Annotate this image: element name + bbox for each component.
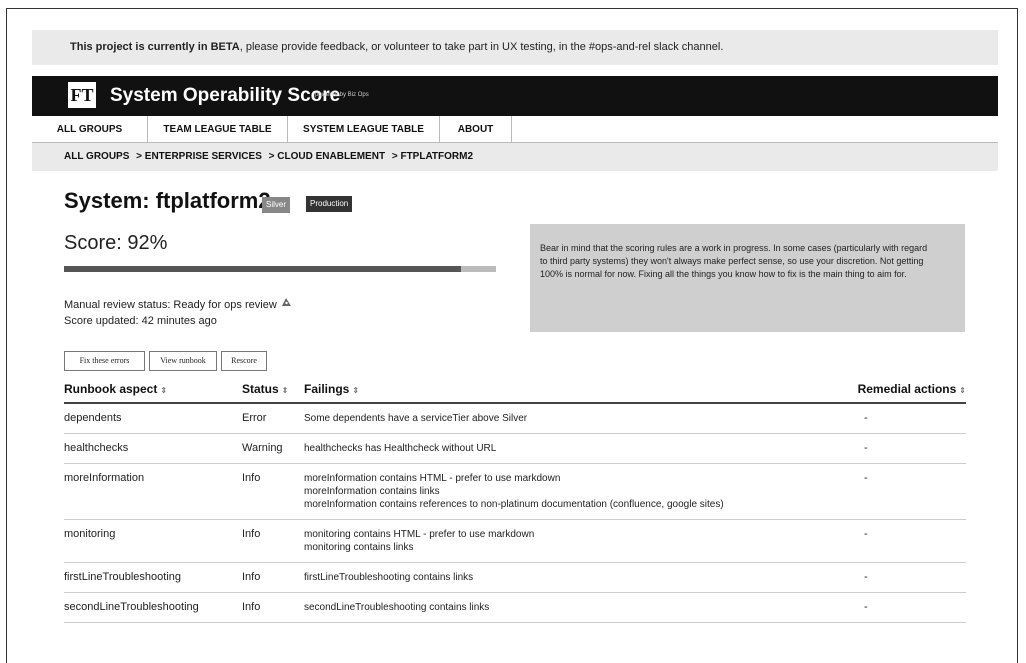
cell-remedial: - xyxy=(836,463,966,520)
beta-banner-text: , please provide feedback, or volunteer … xyxy=(239,41,724,53)
cell-status: Info xyxy=(242,519,304,563)
top-bar: FT System Operability Score powered by B… xyxy=(32,76,998,116)
cell-failings: moreInformation contains HTML - prefer t… xyxy=(304,463,836,520)
cell-remedial: - xyxy=(836,562,966,593)
failing-line: Some dependents have a serviceTier above… xyxy=(304,413,528,424)
ft-logo[interactable]: FT xyxy=(68,82,96,108)
app-subtitle: powered by Biz Ops xyxy=(315,92,369,98)
cell-aspect: secondLineTroubleshooting xyxy=(64,592,242,623)
sort-icon: ⇕ xyxy=(352,386,360,395)
tab-all-groups[interactable]: ALL GROUPS xyxy=(32,116,148,143)
scoring-disclaimer: Bear in mind that the scoring rules are … xyxy=(530,224,965,332)
runbook-table: Runbook aspect ⇕ Status ⇕ Failings ⇕ Remedi… xyxy=(64,376,966,623)
cell-remedial: - xyxy=(836,433,966,464)
cell-remedial: - xyxy=(836,592,966,623)
lifecycle-badge: Production xyxy=(306,196,353,212)
cell-status: Info xyxy=(242,463,304,520)
cell-status: Info xyxy=(242,562,304,593)
table-row: moreInformation Info moreInformation con… xyxy=(64,463,966,520)
col-header-aspect-label: Runbook aspect xyxy=(64,382,158,396)
beta-banner-bold: This project is currently in BETA xyxy=(70,41,240,53)
breadcrumb-item-enterprise-services[interactable]: > ENTERPRISE SERVICES xyxy=(136,151,262,162)
cell-failings: healthchecks has Healthcheck without URL xyxy=(304,433,836,464)
col-header-failings[interactable]: Failings ⇕ xyxy=(304,376,836,404)
failing-line: healthchecks has Healthcheck without URL xyxy=(304,443,497,454)
rescore-button[interactable]: Rescore xyxy=(221,351,267,371)
score-updated: Score updated: 42 minutes ago xyxy=(64,315,217,327)
cell-failings: monitoring contains HTML - prefer to use… xyxy=(304,519,836,563)
breadcrumb-item-cloud-enablement[interactable]: > CLOUD ENABLEMENT xyxy=(269,151,385,162)
col-header-status[interactable]: Status ⇕ xyxy=(242,376,304,404)
review-status-text: Manual review status: Ready for ops revi… xyxy=(64,299,277,311)
tab-system-league-table[interactable]: SYSTEM LEAGUE TABLE xyxy=(288,116,440,143)
score-progress-fill xyxy=(64,266,462,272)
cell-status: Info xyxy=(242,592,304,623)
cell-aspect: healthchecks xyxy=(64,433,242,464)
review-status: Manual review status: Ready for ops revi… xyxy=(64,297,292,311)
tier-badge: Silver xyxy=(262,197,291,213)
failing-line: secondLineTroubleshooting contains links xyxy=(304,602,490,613)
cell-failings: firstLineTroubleshooting contains links xyxy=(304,562,836,593)
col-header-status-label: Status xyxy=(242,382,279,396)
table-row: dependents Error Some dependents have a … xyxy=(64,403,966,434)
col-header-remedial[interactable]: Remedial actions ⇕ xyxy=(836,376,966,404)
cell-aspect: firstLineTroubleshooting xyxy=(64,562,242,593)
table-header-row: Runbook aspect ⇕ Status ⇕ Failings ⇕ Remedi… xyxy=(64,376,966,404)
failing-line: moreInformation contains references to n… xyxy=(304,499,724,510)
sort-icon: ⇕ xyxy=(160,386,168,395)
failing-line: monitoring contains links xyxy=(304,542,414,553)
cell-aspect: moreInformation xyxy=(64,463,242,520)
failing-line: firstLineTroubleshooting contains links xyxy=(304,572,474,583)
col-header-remedial-label: Remedial actions xyxy=(857,382,957,396)
tab-team-league-table[interactable]: TEAM LEAGUE TABLE xyxy=(148,116,288,143)
cell-remedial: - xyxy=(836,403,966,434)
table-row: firstLineTroubleshooting Info firstLineT… xyxy=(64,562,966,593)
cell-failings: Some dependents have a serviceTier above… xyxy=(304,403,836,434)
score-progress-bar xyxy=(64,266,496,272)
breadcrumb-item-all-groups[interactable]: ALL GROUPS xyxy=(64,151,129,162)
breadcrumb: ALL GROUPS > ENTERPRISE SERVICES > CLOUD… xyxy=(32,143,998,171)
score-label: Score: 92% xyxy=(64,232,168,254)
sort-icon: ⇕ xyxy=(281,386,289,395)
cell-aspect: monitoring xyxy=(64,519,242,563)
cell-status: Error xyxy=(242,403,304,434)
tab-about[interactable]: ABOUT xyxy=(440,116,512,143)
cell-remedial: - xyxy=(836,519,966,563)
page-title: System: ftplatform2 xyxy=(64,188,271,213)
table-row: monitoring Info monitoring contains HTML… xyxy=(64,519,966,563)
cell-failings: secondLineTroubleshooting contains links xyxy=(304,592,836,623)
sort-icon: ⇕ xyxy=(959,386,966,395)
failing-line: monitoring contains HTML - prefer to use… xyxy=(304,529,535,540)
beta-banner: This project is currently in BETA, pleas… xyxy=(32,30,998,65)
review-status-icon xyxy=(281,297,292,311)
cell-aspect: dependents xyxy=(64,403,242,434)
breadcrumb-item-ftplatform2: > FTPLATFORM2 xyxy=(391,151,474,162)
cell-status: Warning xyxy=(242,433,304,464)
failing-line: moreInformation contains HTML - prefer t… xyxy=(304,473,561,484)
failing-line: moreInformation contains links xyxy=(304,486,440,497)
col-header-aspect[interactable]: Runbook aspect ⇕ xyxy=(64,376,242,404)
main-nav: ALL GROUPS TEAM LEAGUE TABLE SYSTEM LEAG… xyxy=(32,116,998,143)
col-header-failings-label: Failings xyxy=(304,382,350,396)
app-title[interactable]: System Operability Score xyxy=(110,83,340,109)
view-runbook-button[interactable]: View runbook xyxy=(149,351,217,371)
table-row: healthchecks Warning healthchecks has He… xyxy=(64,433,966,464)
table-row: secondLineTroubleshooting Info secondLin… xyxy=(64,592,966,623)
fix-errors-button[interactable]: Fix these errors xyxy=(64,351,145,371)
